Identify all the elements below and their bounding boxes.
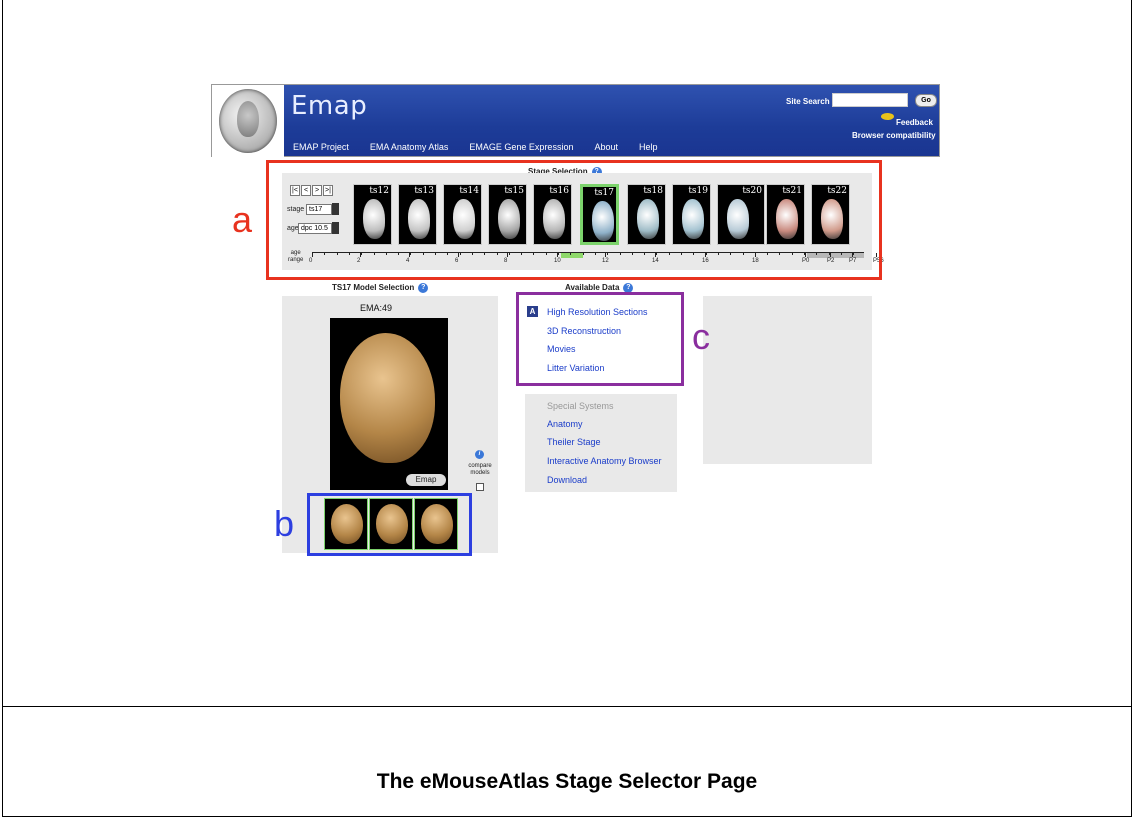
link-theiler-stage[interactable]: Theiler Stage <box>547 437 601 447</box>
annotation-letter-b: b <box>274 503 295 544</box>
feedback-icon[interactable] <box>881 113 894 120</box>
go-button[interactable]: Go <box>915 94 937 107</box>
feedback-link[interactable]: Feedback <box>896 118 933 127</box>
compare-models-checkbox[interactable] <box>476 483 484 491</box>
emap-badge: Emap <box>406 474 446 486</box>
embryo-icon <box>237 101 259 137</box>
embryo-model-image <box>340 333 435 463</box>
figure-caption: The eMouseAtlas Stage Selector Page <box>376 770 758 793</box>
browser-compatibility-link[interactable]: Browser compatibility <box>852 131 936 140</box>
nav-emage-gene-expression[interactable]: EMAGE Gene Expression <box>469 142 573 152</box>
nav-about[interactable]: About <box>594 142 618 152</box>
nav-help[interactable]: Help <box>639 142 658 152</box>
model-selection-label: TS17 Model Selection <box>332 283 415 293</box>
help-icon[interactable]: ? <box>418 283 429 293</box>
brand-title[interactable]: Emap <box>291 91 367 121</box>
available-data-label: Available Data <box>565 283 620 293</box>
annotation-box-c <box>516 292 684 386</box>
right-info-panel <box>703 296 872 464</box>
site-header: Emap EMAP Project EMA Anatomy Atlas EMAG… <box>211 84 940 157</box>
compare-models-label: compare models <box>468 463 492 476</box>
site-search-label: Site Search <box>786 97 830 106</box>
annotation-letter-a: a <box>232 199 253 240</box>
caption-divider <box>2 706 1132 707</box>
nav-emap-project[interactable]: EMAP Project <box>293 142 349 152</box>
annotation-box-a <box>266 160 882 280</box>
link-anatomy[interactable]: Anatomy <box>547 419 583 429</box>
link-interactive-anatomy-browser[interactable]: Interactive Anatomy Browser <box>547 456 662 466</box>
special-systems-title: Special Systems <box>547 401 614 411</box>
ema-id: EMA:49 <box>360 303 393 313</box>
main-nav: EMAP Project EMA Anatomy Atlas EMAGE Gen… <box>293 142 679 152</box>
site-search-input[interactable] <box>832 93 908 107</box>
nav-ema-anatomy-atlas[interactable]: EMA Anatomy Atlas <box>370 142 449 152</box>
annotation-letter-c: c <box>692 316 710 357</box>
info-icon[interactable]: i <box>475 450 484 459</box>
link-download[interactable]: Download <box>547 475 587 485</box>
model-selection-title: TS17 Model Selection? <box>332 283 429 293</box>
annotation-box-b <box>307 493 472 556</box>
emap-logo[interactable] <box>212 85 284 157</box>
